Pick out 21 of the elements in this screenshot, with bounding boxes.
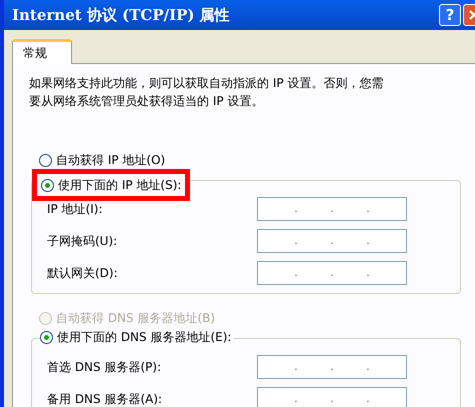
ip-address-field[interactable]: . . . (257, 261, 407, 285)
radio-button[interactable] (39, 154, 52, 166)
ip-address-field[interactable]: . . . (257, 387, 407, 407)
field-label: 子网掩码(U): (47, 233, 118, 250)
radio-button[interactable] (40, 330, 53, 344)
field-label: 首选 DNS 服务器(P): (47, 359, 162, 376)
field-label: 默认网关(D): (47, 265, 119, 282)
window-title: Internet 协议 (TCP/IP) 属性 (12, 4, 230, 26)
ip-address-field[interactable]: . . . (257, 197, 407, 221)
radio-button[interactable] (41, 178, 54, 192)
ip-address-field[interactable]: . . . (257, 355, 407, 379)
tab[interactable]: 常规 (12, 39, 72, 64)
radio-label: 使用下面的 IP 地址(S): (58, 177, 182, 194)
radio-label: 自动获得 DNS 服务器地址(B) (56, 310, 216, 327)
field-label: 备用 DNS 服务器(A): (47, 391, 164, 407)
radio-label: 使用下面的 DNS 服务器地址(E): (57, 329, 232, 346)
ip-address-field[interactable]: . . . (257, 229, 407, 253)
radio-label: 自动获得 IP 地址(O) (56, 152, 166, 169)
field-label: IP 地址(I): (47, 201, 104, 218)
help-button[interactable]: ? (439, 4, 461, 26)
description-text: 如果网络支持此功能，则可以获取自动指派的 IP 设置。否则，您需要从网络系统管理员处获得适当的 IP 设置。 (29, 75, 384, 110)
